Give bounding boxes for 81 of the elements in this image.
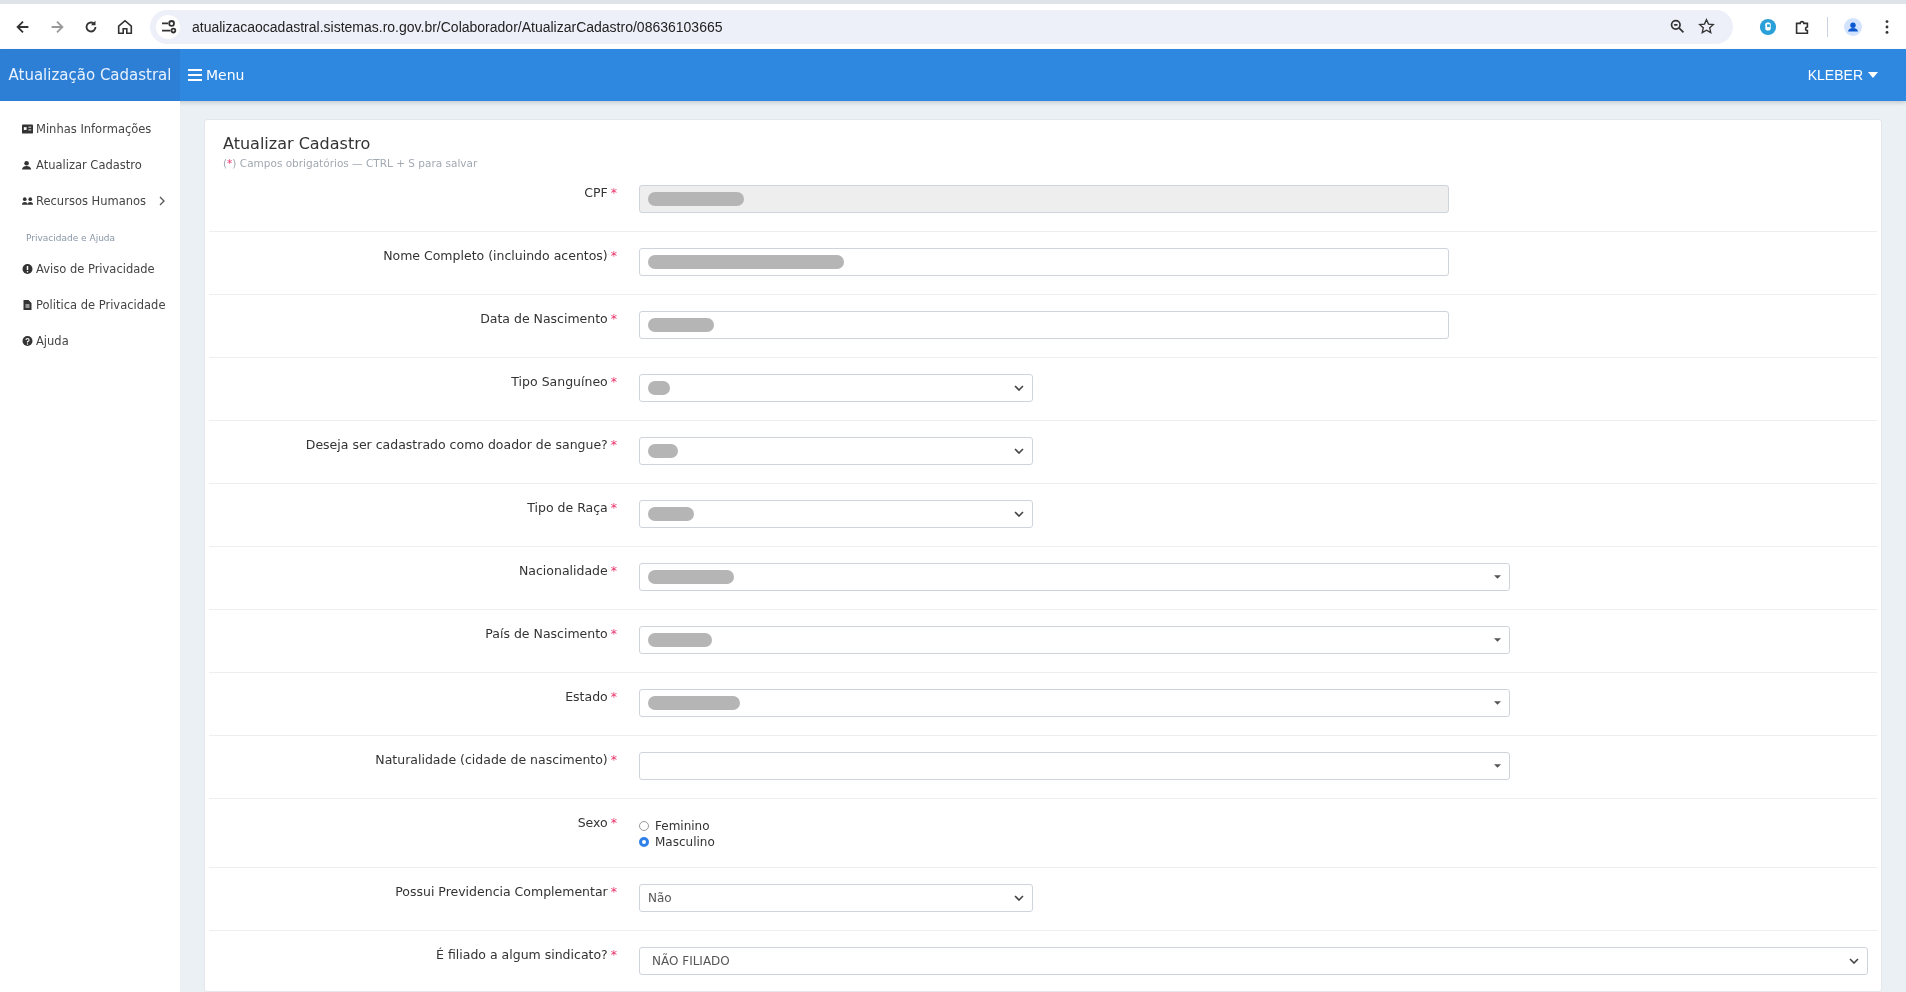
chevron-icon (1014, 448, 1024, 454)
form-title: Atualizar Cadastro (223, 134, 372, 153)
sidebar-section-title: Privacidade e Ajuda (25, 232, 117, 245)
field-label: É filiado a algum sindicato? (436, 947, 608, 962)
chevron-icon (1849, 958, 1859, 964)
sidebar-item[interactable]: Recursos Humanos (0, 183, 180, 219)
profile-icon[interactable] (1844, 17, 1862, 36)
question-icon (22, 336, 33, 346)
radio-label: Feminino (655, 819, 710, 833)
chevron-icon (1014, 385, 1024, 391)
chevron-icon (1014, 511, 1024, 517)
field-label: Deseja ser cadastrado como doador de sangue? (305, 437, 608, 452)
user-menu[interactable]: KLEBER (1801, 66, 1884, 84)
select-field[interactable] (639, 374, 1033, 402)
required-mark: * (610, 563, 617, 578)
document-icon (22, 300, 33, 310)
combo-box[interactable] (639, 563, 1510, 591)
required-mark: * (610, 947, 617, 962)
brand-title[interactable]: Atualização Cadastral (0, 49, 180, 101)
menu-button[interactable]: Menu (180, 63, 253, 87)
id-card-icon (22, 124, 33, 134)
caret-icon (1868, 72, 1878, 78)
site-settings-icon[interactable] (156, 14, 180, 39)
field-label: Tipo Sanguíneo (511, 374, 608, 389)
field-label: Tipo de Raça (527, 500, 608, 515)
required-mark: * (610, 752, 617, 767)
field-label: País de Nascimento (485, 626, 608, 641)
select-field[interactable] (639, 437, 1033, 465)
radio-button[interactable] (639, 837, 649, 847)
combo-box[interactable] (639, 626, 1510, 654)
field-label: Possui Previdencia Complementar (395, 884, 608, 899)
required-mark: * (610, 626, 617, 641)
redacted-value (648, 381, 670, 395)
field-label: CPF (584, 185, 608, 200)
sidebar-item[interactable]: Minhas Informações (0, 111, 180, 147)
combo-box[interactable] (639, 752, 1510, 780)
required-mark: * (610, 311, 617, 326)
redacted-value (648, 444, 678, 458)
redacted-value (648, 318, 714, 332)
redacted-value (648, 507, 694, 521)
star-icon[interactable] (1698, 18, 1715, 35)
field-label: Sexo (577, 815, 608, 830)
required-mark: * (610, 815, 617, 830)
sidebar-item[interactable]: Ajuda (0, 323, 180, 359)
select-field[interactable]: NÃO FILIADO (639, 947, 1868, 975)
required-mark: * (610, 689, 617, 704)
combo-box[interactable] (639, 689, 1510, 717)
alert-icon (22, 264, 33, 274)
menu-icon (188, 69, 202, 81)
field-label: Nome Completo (incluindo acentos) (383, 248, 608, 263)
field-label: Nacionalidade (519, 563, 608, 578)
field-label: Estado (565, 689, 608, 704)
input-field[interactable] (639, 311, 1449, 339)
sidebar-item[interactable]: Politica de Privacidade (0, 287, 180, 323)
select-field[interactable] (639, 500, 1033, 528)
field-label: Naturalidade (cidade de nascimento) (375, 752, 608, 767)
input-field[interactable] (639, 248, 1449, 276)
sidebar-item[interactable]: Atualizar Cadastro (0, 147, 180, 183)
caret-icon (1494, 764, 1501, 768)
caret-icon (1494, 638, 1501, 642)
user-icon (22, 160, 33, 170)
required-mark: * (610, 374, 617, 389)
sidebar-item[interactable]: Aviso de Privacidade (0, 251, 180, 287)
field-label: Data de Nascimento (480, 311, 608, 326)
required-mark: * (610, 185, 617, 200)
caret-icon (1494, 575, 1501, 579)
radio-label: Masculino (655, 835, 715, 849)
required-mark: * (610, 248, 617, 263)
users-icon (22, 196, 33, 206)
zoom-icon[interactable] (1669, 18, 1686, 35)
home-icon[interactable] (116, 17, 134, 36)
required-mark: * (610, 500, 617, 515)
redacted-value (648, 633, 712, 647)
caret-icon (1494, 701, 1501, 705)
form-hint: (*) Campos obrigatórios — CTRL + S para salvar (223, 157, 479, 169)
chevron-icon (1014, 895, 1024, 901)
select-field[interactable]: Não (639, 884, 1033, 912)
required-mark: * (610, 884, 617, 899)
extension-icon[interactable] (1759, 17, 1777, 36)
address-bar[interactable]: atualizacaocadastral.sistemas.ro.gov.br/Colaborador/AtualizarCadastro/08636103665 (150, 9, 1733, 44)
required-mark: * (610, 437, 617, 452)
